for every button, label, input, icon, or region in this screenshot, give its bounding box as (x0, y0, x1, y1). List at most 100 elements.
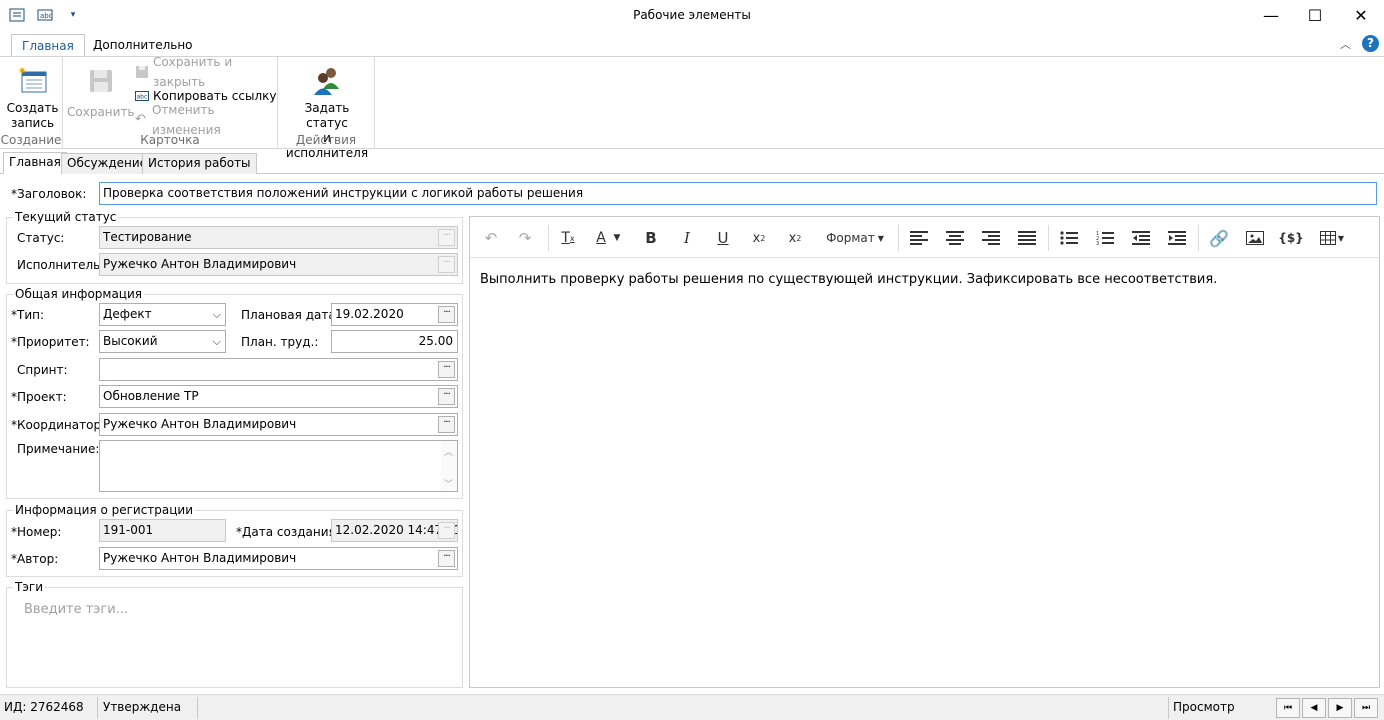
create-label-line1: Создать (6, 101, 59, 115)
status-group-legend: Текущий статус (13, 210, 119, 224)
tags-input[interactable]: Введите тэги... (24, 602, 128, 617)
author-lookup-button[interactable]: ··· (438, 550, 455, 567)
maximize-button[interactable]: ☐ (1292, 0, 1338, 30)
collapse-ribbon-icon[interactable]: ︿ (1340, 36, 1351, 52)
status-lookup-button[interactable]: ··· (438, 229, 455, 246)
save-close-icon (135, 65, 149, 79)
help-icon[interactable]: ? (1362, 35, 1379, 52)
scroll-up-icon[interactable]: ︿ (444, 443, 453, 463)
format-dropdown[interactable]: Формат ▼ (820, 227, 890, 249)
tags-group-legend: Тэги (13, 580, 46, 594)
tab-history[interactable]: История работы (142, 153, 257, 174)
statusbar-separator (197, 697, 198, 719)
users-icon (311, 65, 343, 97)
clear-format-icon[interactable]: Tx (555, 227, 581, 249)
registration-group-legend: Информация о регистрации (13, 503, 196, 517)
bullet-list-icon[interactable] (1056, 227, 1082, 249)
code-icon[interactable]: {$} (1278, 227, 1304, 249)
project-label: *Проект: (11, 390, 67, 404)
created-picker-button: ··· (438, 522, 455, 539)
create-record-button[interactable]: ✷ Создать запись (5, 65, 60, 131)
sprint-lookup-button[interactable]: ··· (438, 361, 455, 378)
sprint-label: Спринт: (17, 363, 68, 377)
undo-icon[interactable]: ↶ (478, 227, 504, 249)
format-label: Формат (826, 231, 875, 245)
project-value: Обновление ТР (103, 389, 199, 403)
format-chevron-down-icon: ▼ (877, 233, 884, 243)
plan-date-field[interactable]: 19.02.2020 ··· (331, 303, 458, 326)
status-field[interactable]: Тестирование ··· (99, 226, 458, 249)
assignee-lookup-button[interactable]: ··· (438, 256, 455, 273)
toolbar-separator (1048, 225, 1049, 251)
prev-record-button[interactable]: ◀ (1302, 698, 1326, 718)
image-icon[interactable] (1242, 227, 1268, 249)
ribbon-tab-main[interactable]: Главная (11, 34, 85, 57)
statusbar-separator (1168, 697, 1169, 719)
superscript-icon[interactable]: x2 (746, 227, 772, 249)
assignee-field[interactable]: Ружечко Антон Владимирович ··· (99, 253, 458, 276)
svg-text:3: 3 (1096, 241, 1099, 246)
last-record-button[interactable]: ⏭ (1354, 698, 1378, 718)
toolbar-separator (548, 225, 549, 251)
redo-icon[interactable]: ↷ (512, 227, 538, 249)
tab-main[interactable]: Главная (3, 152, 67, 174)
font-color-chevron-down-icon[interactable]: ▼ (610, 227, 624, 249)
author-field[interactable]: Ружечко Антон Владимирович ··· (99, 547, 458, 570)
coordinator-lookup-button[interactable]: ··· (438, 416, 455, 433)
description-editor: ↶ ↷ Tx A ▼ B I U x2 x2 Формат ▼ 123 🔗 {$… (469, 216, 1380, 688)
numbered-list-icon[interactable]: 123 (1092, 227, 1118, 249)
ribbon-group-actions: Задать статус и исполнителя Действия (278, 57, 375, 160)
align-center-icon[interactable] (942, 227, 968, 249)
save-button[interactable]: Сохранить (67, 65, 135, 120)
title-input[interactable]: Проверка соответствия положений инструкц… (99, 182, 1377, 205)
scroll-down-icon[interactable]: ﹀ (444, 475, 453, 491)
type-select[interactable]: Дефект ⌵ (99, 303, 226, 326)
undo-icon: ↶ (135, 112, 146, 127)
general-group-legend: Общая информация (13, 287, 144, 301)
save-close-button[interactable]: Сохранить и закрыть (135, 55, 277, 89)
svg-text:✷: ✷ (18, 66, 26, 77)
align-justify-icon[interactable] (1014, 227, 1040, 249)
plan-date-label: Плановая дата: (241, 308, 340, 322)
next-record-button[interactable]: ▶ (1328, 698, 1352, 718)
note-textarea[interactable]: ︿ ﹀ (99, 440, 458, 492)
new-record-icon: ✷ (17, 65, 49, 97)
created-field: 12.02.2020 14:47:51 ··· (331, 519, 458, 542)
save-icon (84, 65, 116, 97)
number-label: *Номер: (11, 525, 62, 539)
project-field[interactable]: Обновление ТР ··· (99, 385, 458, 408)
project-lookup-button[interactable]: ··· (438, 388, 455, 405)
underline-icon[interactable]: U (710, 227, 736, 249)
indent-icon[interactable] (1164, 227, 1190, 249)
sprint-field[interactable]: ··· (99, 358, 458, 381)
table-icon[interactable]: ▼ (1316, 227, 1348, 249)
plan-date-value: 19.02.2020 (335, 307, 404, 321)
align-left-icon[interactable] (906, 227, 932, 249)
status-bar: ИД: 2762468 Утверждена Просмотр ⏮ ◀ ▶ ⏭ (0, 694, 1384, 720)
window-title: Рабочие элементы (633, 8, 751, 22)
plan-effort-field[interactable]: 25.00 (331, 330, 458, 353)
priority-select[interactable]: Высокий ⌵ (99, 330, 226, 353)
undo-changes-button[interactable]: ↶ Отменить изменения (135, 103, 277, 137)
subscript-icon[interactable]: x2 (782, 227, 808, 249)
first-record-button[interactable]: ⏮ (1276, 698, 1300, 718)
create-label-line2: запись (10, 116, 55, 130)
assignee-value: Ружечко Антон Владимирович (103, 257, 297, 271)
align-right-icon[interactable] (978, 227, 1004, 249)
view-mode: Просмотр (1173, 700, 1235, 714)
editor-content[interactable]: Выполнить проверку работы решения по сущ… (480, 272, 1217, 287)
minimize-button[interactable]: — (1248, 0, 1294, 30)
tab-discussion[interactable]: Обсуждение (61, 153, 154, 174)
link-icon[interactable]: 🔗 (1206, 227, 1232, 249)
bold-icon[interactable]: B (638, 227, 664, 249)
created-label: *Дата создания: (236, 525, 340, 539)
record-id: ИД: 2762468 (4, 700, 84, 714)
plan-date-picker-button[interactable]: ··· (438, 306, 455, 323)
type-value: Дефект (103, 307, 152, 321)
outdent-icon[interactable] (1128, 227, 1154, 249)
close-button[interactable]: ✕ (1338, 0, 1384, 30)
italic-icon[interactable]: I (674, 227, 700, 249)
plan-effort-label: План. труд.: (241, 335, 319, 349)
note-scrollbar[interactable]: ︿ ﹀ (441, 441, 457, 491)
coordinator-field[interactable]: Ружечко Антон Владимирович ··· (99, 413, 458, 436)
